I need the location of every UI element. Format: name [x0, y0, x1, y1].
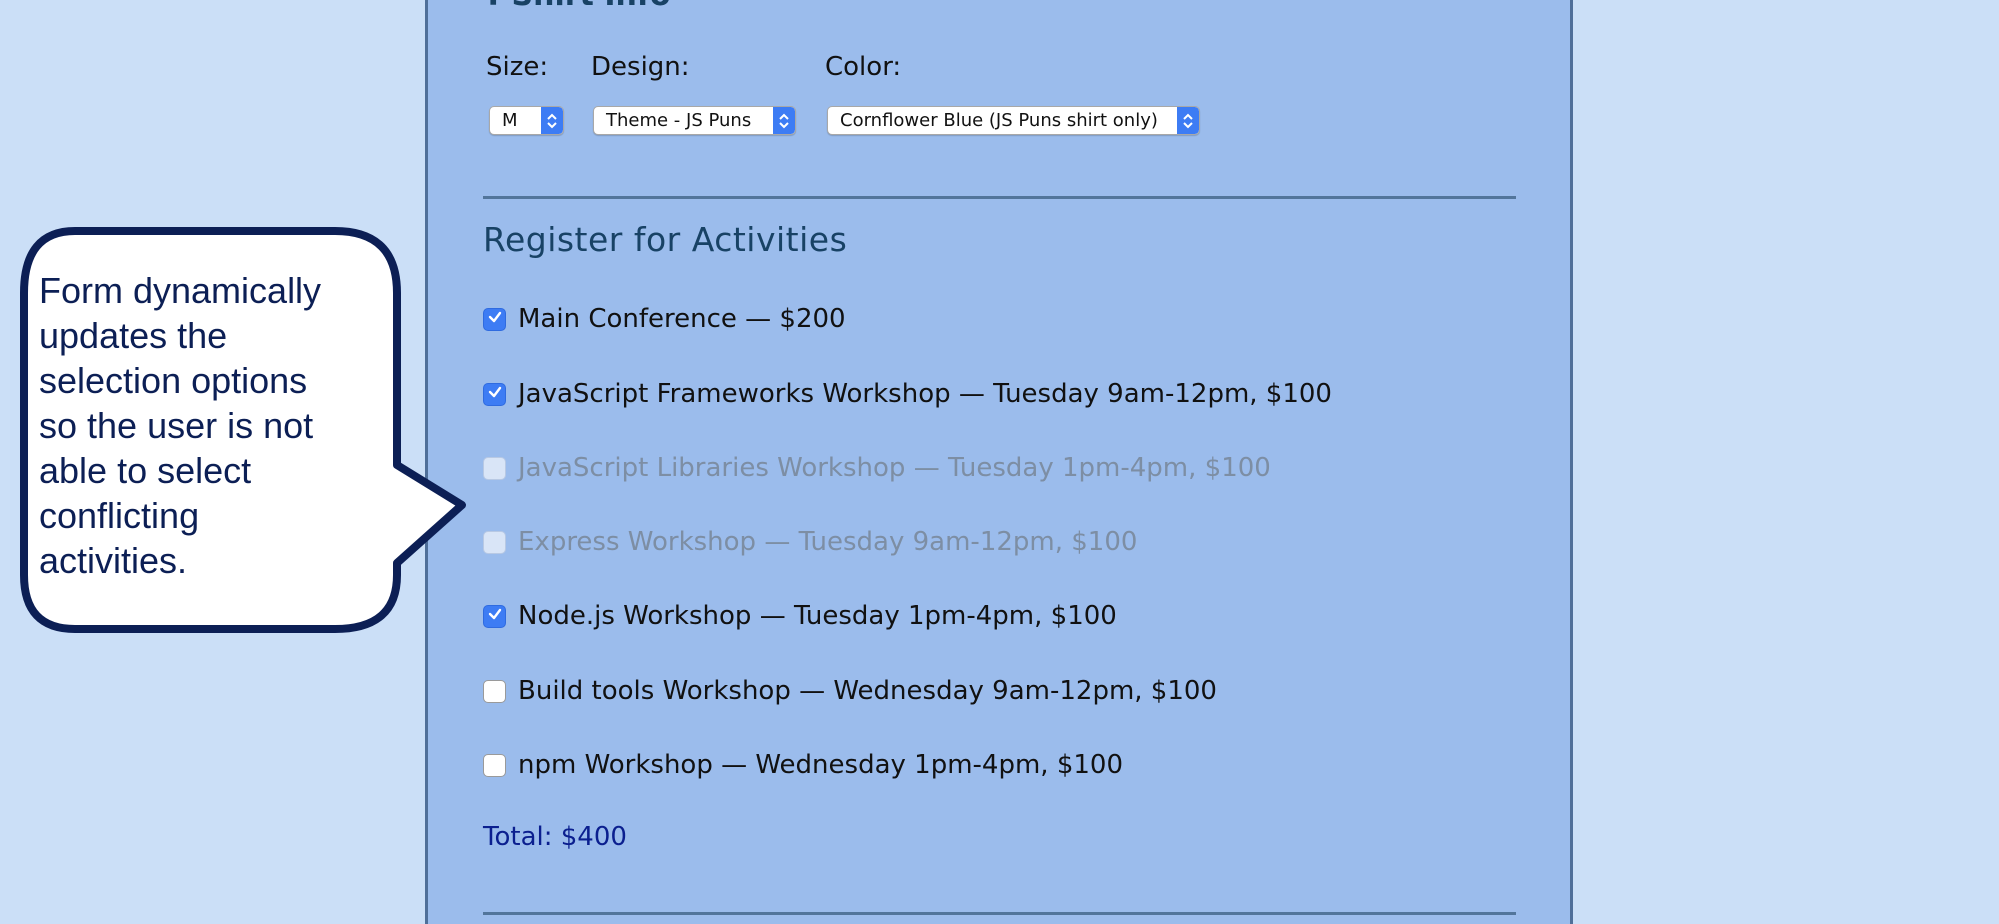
- activity-item[interactable]: Main Conference — $200: [483, 301, 846, 337]
- activity-label: Node.js Workshop — Tuesday 1pm-4pm, $100: [518, 601, 1117, 631]
- design-select-value: Theme - JS Puns: [606, 110, 752, 131]
- chevron-up-down-icon: [541, 107, 563, 134]
- chevron-up-down-icon: [1177, 107, 1199, 134]
- size-select[interactable]: M: [489, 106, 564, 135]
- callout-text: Form dynamically updates the selection o…: [39, 270, 322, 581]
- activity-label: JavaScript Frameworks Workshop — Tuesday…: [518, 379, 1332, 409]
- activity-item[interactable]: JavaScript Frameworks Workshop — Tuesday…: [483, 376, 1332, 412]
- activity-label: npm Workshop — Wednesday 1pm-4pm, $100: [518, 750, 1123, 780]
- activity-item[interactable]: Node.js Workshop — Tuesday 1pm-4pm, $100: [483, 598, 1117, 634]
- activity-label: Build tools Workshop — Wednesday 9am-12p…: [518, 676, 1217, 706]
- activity-label: Main Conference — $200: [518, 304, 846, 334]
- design-select[interactable]: Theme - JS Puns: [593, 106, 796, 135]
- activity-checkbox[interactable]: [483, 753, 506, 777]
- color-select[interactable]: Cornflower Blue (JS Puns shirt only): [827, 106, 1200, 135]
- section-divider: [483, 196, 1516, 199]
- activities-total: Total: $400: [483, 822, 627, 852]
- activity-checkbox[interactable]: [483, 679, 506, 703]
- tshirt-section-heading: T-Shirt Info: [483, 0, 671, 13]
- activities-title: Register for Activities: [483, 220, 848, 259]
- chevron-up-down-icon: [773, 107, 795, 134]
- activity-item: JavaScript Libraries Workshop — Tuesday …: [483, 450, 1271, 486]
- activity-label: Express Workshop — Tuesday 9am-12pm, $10…: [518, 527, 1138, 557]
- registration-form-panel: T-Shirt Info Size: Design: Color: M Them…: [425, 0, 1573, 924]
- activity-item: Express Workshop — Tuesday 9am-12pm, $10…: [483, 524, 1137, 560]
- activity-label: JavaScript Libraries Workshop — Tuesday …: [518, 453, 1271, 483]
- color-label: Color:: [825, 52, 902, 82]
- color-select-value: Cornflower Blue (JS Puns shirt only): [840, 110, 1158, 131]
- section-divider: [483, 912, 1516, 915]
- activity-item[interactable]: npm Workshop — Wednesday 1pm-4pm, $100: [483, 747, 1123, 783]
- activity-item[interactable]: Build tools Workshop — Wednesday 9am-12p…: [483, 673, 1217, 709]
- design-label: Design:: [591, 52, 690, 82]
